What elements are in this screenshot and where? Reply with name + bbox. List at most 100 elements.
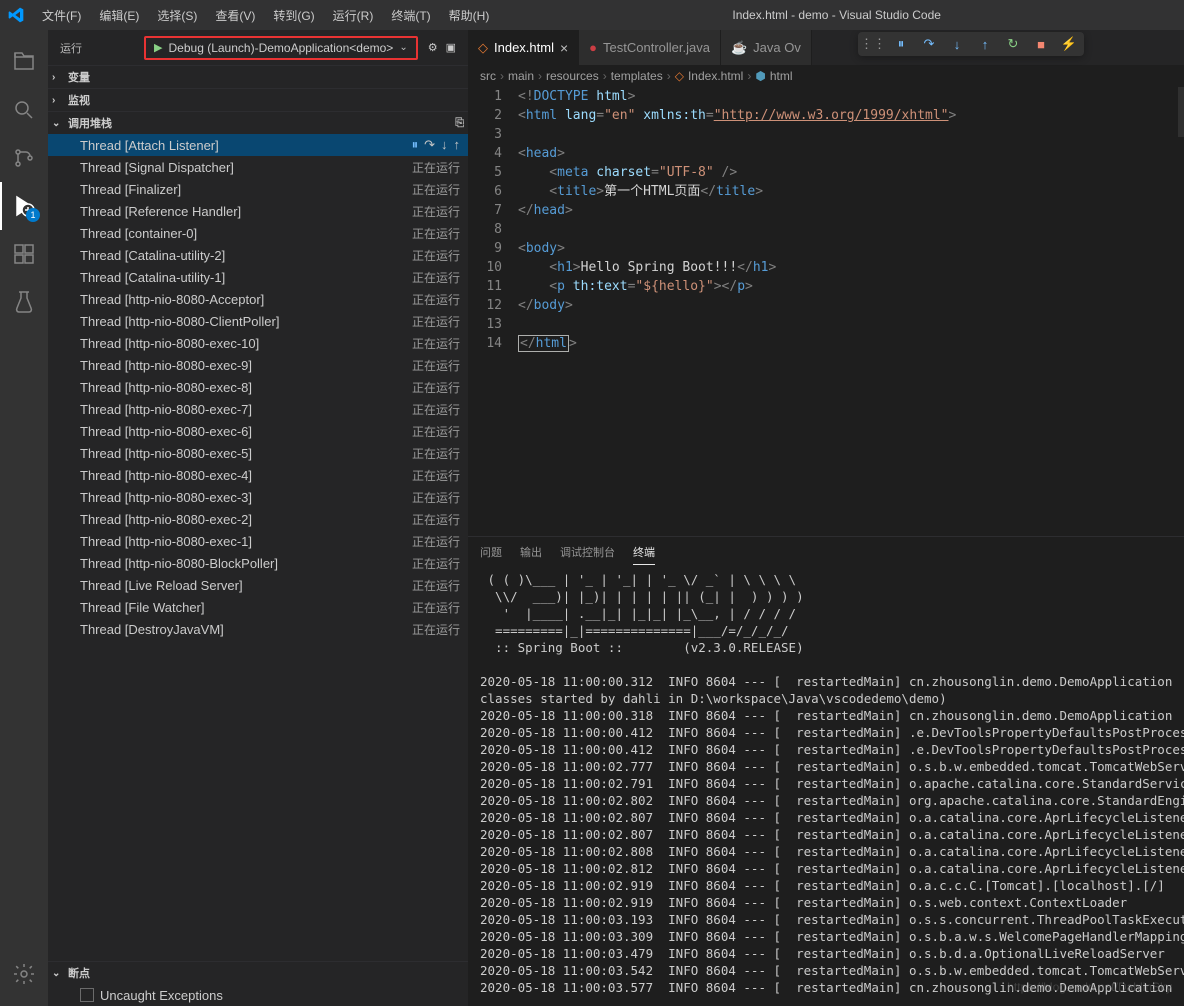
variables-section[interactable]: ›变量: [48, 66, 468, 88]
drag-handle-icon[interactable]: ⋮⋮: [864, 35, 882, 53]
chevron-down-icon: ⌄: [52, 118, 64, 129]
thread-item[interactable]: Thread [http-nio-8080-exec-7]正在运行: [48, 398, 468, 420]
breakpoints-section[interactable]: ⌄断点: [48, 962, 468, 984]
stop-icon[interactable]: ■: [1032, 35, 1050, 53]
html-icon: ◇: [478, 40, 488, 56]
panel: 问题输出调试控制台终端 ( ( )\___ | '_ | '_| | '_ \/…: [468, 536, 1184, 1006]
thread-item[interactable]: Thread [Catalina-utility-2]正在运行: [48, 244, 468, 266]
code-content[interactable]: <!DOCTYPE html> <html lang="en" xmlns:th…: [518, 87, 1184, 536]
panel-tab[interactable]: 输出: [520, 540, 542, 564]
tabs-row: ◇Index.html×●TestController.java☕Java Ov…: [468, 30, 1184, 65]
chevron-down-icon: ⌄: [52, 968, 64, 979]
menu-item[interactable]: 编辑(E): [91, 3, 147, 28]
editor-tab[interactable]: ☕Java Ov: [721, 30, 812, 65]
step-over-icon[interactable]: ↷: [424, 137, 435, 153]
code-editor[interactable]: 1234567891011121314 <!DOCTYPE html> <htm…: [468, 87, 1184, 536]
debug-badge: 1: [26, 208, 40, 222]
breakpoint-item[interactable]: Uncaught Exceptions: [48, 984, 468, 1006]
settings-gear-icon[interactable]: [0, 950, 48, 998]
callstack-section[interactable]: ⌄调用堆栈⎘: [48, 112, 468, 134]
debug-console-icon[interactable]: ▣: [446, 41, 456, 54]
thread-item[interactable]: Thread [http-nio-8080-exec-4]正在运行: [48, 464, 468, 486]
play-icon: ▶: [154, 41, 162, 54]
watch-section[interactable]: ›监视: [48, 89, 468, 111]
thread-item[interactable]: Thread [Catalina-utility-1]正在运行: [48, 266, 468, 288]
copy-icon[interactable]: ⎘: [455, 117, 464, 130]
thread-item[interactable]: Thread [http-nio-8080-Acceptor]正在运行: [48, 288, 468, 310]
thread-item[interactable]: Thread [http-nio-8080-exec-2]正在运行: [48, 508, 468, 530]
step-out-icon[interactable]: ↑: [976, 35, 994, 53]
chevron-right-icon: ›: [52, 95, 64, 106]
sidebar: 运行 ▶ Debug (Launch)-DemoApplication<demo…: [48, 30, 468, 1006]
source-control-icon[interactable]: [0, 134, 48, 182]
thread-item[interactable]: Thread [http-nio-8080-exec-6]正在运行: [48, 420, 468, 442]
config-name: Debug (Launch)-DemoApplication<demo>: [169, 41, 394, 55]
thread-item[interactable]: Thread [http-nio-8080-ClientPoller]正在运行: [48, 310, 468, 332]
vscode-logo-icon: [8, 7, 24, 23]
menu-item[interactable]: 查看(V): [207, 3, 263, 28]
pause-icon[interactable]: ⏸: [892, 35, 910, 53]
titlebar: 文件(F)编辑(E)选择(S)查看(V)转到(G)运行(R)终端(T)帮助(H)…: [0, 0, 1184, 30]
sidebar-title: 运行: [60, 40, 82, 56]
thread-item[interactable]: Thread [http-nio-8080-exec-9]正在运行: [48, 354, 468, 376]
step-out-icon[interactable]: ↑: [454, 137, 461, 153]
pause-icon[interactable]: ⏸: [412, 137, 419, 153]
thread-item[interactable]: Thread [Attach Listener]⏸↷↓↑: [48, 134, 468, 156]
thread-item[interactable]: Thread [Finalizer]正在运行: [48, 178, 468, 200]
thread-item[interactable]: Thread [File Watcher]正在运行: [48, 596, 468, 618]
step-into-icon[interactable]: ↓: [441, 137, 448, 153]
thread-item[interactable]: Thread [Signal Dispatcher]正在运行: [48, 156, 468, 178]
thread-item[interactable]: Thread [http-nio-8080-BlockPoller]正在运行: [48, 552, 468, 574]
step-into-icon[interactable]: ↓: [948, 35, 966, 53]
menubar: 文件(F)编辑(E)选择(S)查看(V)转到(G)运行(R)终端(T)帮助(H): [34, 3, 497, 28]
explorer-icon[interactable]: [0, 38, 48, 86]
breadcrumb[interactable]: src›main›resources›templates›◇ Index.htm…: [468, 65, 1184, 87]
extensions-icon[interactable]: [0, 230, 48, 278]
chevron-right-icon: ›: [52, 72, 64, 83]
terminal-output[interactable]: ( ( )\___ | '_ | '_| | '_ \/ _` | \ \ \ …: [468, 567, 1184, 1006]
panel-tab[interactable]: 终端: [633, 540, 655, 565]
step-over-icon[interactable]: ↷: [920, 35, 938, 53]
run-config-selector[interactable]: ▶ Debug (Launch)-DemoApplication<demo> ⌄: [144, 36, 418, 60]
close-icon[interactable]: ×: [560, 40, 568, 56]
editor-tab[interactable]: ●TestController.java: [579, 30, 721, 65]
thread-item[interactable]: Thread [Live Reload Server]正在运行: [48, 574, 468, 596]
run-debug-icon[interactable]: 1: [0, 182, 48, 230]
config-gear-icon[interactable]: ⚙: [428, 41, 438, 54]
menu-item[interactable]: 文件(F): [34, 3, 89, 28]
testing-icon[interactable]: [0, 278, 48, 326]
panel-tabs: 问题输出调试控制台终端: [468, 537, 1184, 567]
activity-bar: 1: [0, 30, 48, 1006]
editor-tab[interactable]: ◇Index.html×: [468, 30, 579, 65]
minimap[interactable]: [1178, 87, 1184, 137]
thread-item[interactable]: Thread [http-nio-8080-exec-3]正在运行: [48, 486, 468, 508]
debug-toolbar: ⋮⋮ ⏸ ↷ ↓ ↑ ↻ ■ ⚡: [858, 32, 1084, 56]
menu-item[interactable]: 终端(T): [383, 3, 438, 28]
thread-item[interactable]: Thread [http-nio-8080-exec-10]正在运行: [48, 332, 468, 354]
menu-item[interactable]: 选择(S): [149, 3, 205, 28]
hot-reload-icon[interactable]: ⚡: [1060, 35, 1078, 53]
search-icon[interactable]: [0, 86, 48, 134]
thread-item[interactable]: Thread [container-0]正在运行: [48, 222, 468, 244]
line-gutter: 1234567891011121314: [468, 87, 518, 536]
menu-item[interactable]: 转到(G): [265, 3, 322, 28]
thread-item[interactable]: Thread [Reference Handler]正在运行: [48, 200, 468, 222]
java-cup-icon: ☕: [731, 40, 747, 56]
thread-list: Thread [Attach Listener]⏸↷↓↑Thread [Sign…: [48, 134, 468, 640]
thread-item[interactable]: Thread [DestroyJavaVM]正在运行: [48, 618, 468, 640]
restart-icon[interactable]: ↻: [1004, 35, 1022, 53]
panel-tab[interactable]: 问题: [480, 540, 502, 564]
editor-area: ◇Index.html×●TestController.java☕Java Ov…: [468, 30, 1184, 1006]
chevron-down-icon: ⌄: [399, 42, 407, 53]
menu-item[interactable]: 运行(R): [325, 3, 382, 28]
window-title: Index.html - demo - Visual Studio Code: [497, 8, 1176, 22]
thread-item[interactable]: Thread [http-nio-8080-exec-1]正在运行: [48, 530, 468, 552]
menu-item[interactable]: 帮助(H): [441, 3, 498, 28]
thread-item[interactable]: Thread [http-nio-8080-exec-5]正在运行: [48, 442, 468, 464]
panel-tab[interactable]: 调试控制台: [560, 540, 615, 564]
java-icon: ●: [589, 40, 597, 55]
watermark: https://blog.csdn.net/DahlinSky: [1007, 980, 1172, 994]
thread-item[interactable]: Thread [http-nio-8080-exec-8]正在运行: [48, 376, 468, 398]
sidebar-header: 运行 ▶ Debug (Launch)-DemoApplication<demo…: [48, 30, 468, 65]
checkbox-icon[interactable]: [80, 988, 94, 1002]
